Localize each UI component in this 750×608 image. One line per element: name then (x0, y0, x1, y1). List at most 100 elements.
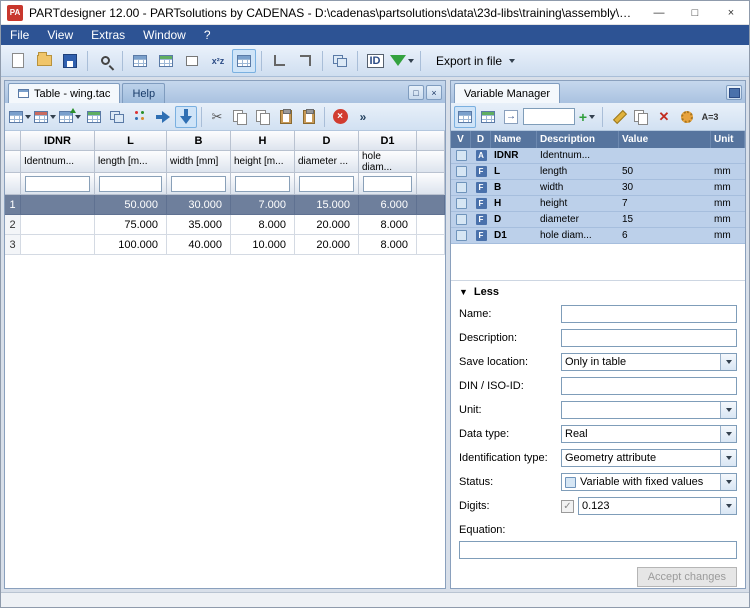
filter-input-b[interactable] (171, 175, 226, 192)
visibility-icon[interactable] (455, 230, 467, 241)
identification-type-select[interactable]: Geometry attribute (561, 449, 737, 467)
append-row-icon[interactable] (83, 106, 105, 128)
cell-h[interactable]: 8.000 (231, 215, 295, 235)
visibility-icon[interactable] (455, 198, 467, 209)
add-variable-button[interactable]: + (576, 106, 598, 128)
dropdown-button[interactable] (720, 474, 736, 490)
tab-help[interactable]: Help (122, 83, 166, 103)
zoom-icon[interactable] (93, 49, 117, 73)
duplicate-variable-icon[interactable] (630, 106, 652, 128)
table-view-icon[interactable] (232, 48, 256, 73)
visibility-icon[interactable] (455, 214, 467, 225)
value-range-icon[interactable] (129, 106, 151, 128)
apply-check-icon[interactable] (389, 49, 415, 73)
toolbar-overflow-chevron[interactable]: » (352, 106, 374, 128)
column-header-d1[interactable]: D1 (359, 131, 417, 151)
data-type-select[interactable]: Real (561, 425, 737, 443)
description-input[interactable] (561, 329, 737, 347)
filter-input-l[interactable] (99, 175, 162, 192)
cell-b[interactable]: 35.000 (167, 215, 231, 235)
column-header-d[interactable]: D (295, 131, 359, 151)
variable-row[interactable]: F D1 hole diam... 6 mm (451, 228, 745, 244)
variable-row[interactable]: F D diameter 15 mm (451, 212, 745, 228)
copy-table-icon[interactable] (252, 106, 274, 128)
variable-row[interactable]: A IDNR Identnum... (451, 148, 745, 164)
panel-close-button[interactable]: × (426, 85, 442, 100)
row-number[interactable]: 1 (5, 195, 21, 215)
unit-select[interactable] (561, 401, 737, 419)
col-header-d[interactable]: D (471, 131, 491, 148)
row-number[interactable]: 2 (5, 215, 21, 235)
filter-input-h[interactable] (235, 175, 290, 192)
column-header-h[interactable]: H (231, 131, 295, 151)
dropdown-button[interactable] (720, 426, 736, 442)
col-header-description[interactable]: Description (537, 131, 619, 148)
cell-l[interactable]: 100.000 (95, 235, 167, 255)
variables-list-view-icon[interactable] (477, 106, 499, 128)
cell-d[interactable]: 20.000 (295, 235, 359, 255)
variables-grid-view-icon[interactable] (454, 105, 476, 128)
column-header-b[interactable]: B (167, 131, 231, 151)
tab-variable-manager[interactable]: Variable Manager (454, 83, 561, 103)
auto-name-icon[interactable]: A=3 (699, 106, 721, 128)
menu-help[interactable]: ? (195, 25, 220, 45)
cell-d[interactable]: 20.000 (295, 215, 359, 235)
menu-view[interactable]: View (38, 25, 82, 45)
edit-table-icon[interactable] (33, 106, 57, 128)
save-location-select[interactable]: Only in table (561, 353, 737, 371)
table-row[interactable]: 2 75.000 35.000 8.000 20.000 8.000 (5, 215, 445, 235)
name-input[interactable] (561, 305, 737, 323)
transfer-right-icon[interactable] (152, 106, 174, 128)
variable-settings-icon[interactable] (676, 106, 698, 128)
menu-extras[interactable]: Extras (82, 25, 134, 45)
status-select[interactable]: Variable with fixed values (561, 473, 737, 491)
variable-filter-input[interactable] (523, 108, 575, 125)
cell-d[interactable]: 15.000 (295, 195, 359, 215)
merge-tables-icon[interactable] (106, 106, 128, 128)
transfer-down-icon[interactable] (175, 105, 197, 128)
goto-variable-icon[interactable]: → (500, 106, 522, 128)
panel-float-button[interactable]: □ (408, 85, 424, 100)
open-file-icon[interactable] (32, 49, 56, 73)
export-in-file-button[interactable]: Export in file (426, 50, 525, 72)
dropdown-button[interactable] (720, 354, 736, 370)
new-table-icon[interactable] (8, 106, 32, 128)
variable-row[interactable]: F L length 50 mm (451, 164, 745, 180)
column-header-idnr[interactable]: IDNR (21, 131, 95, 151)
cell-b[interactable]: 30.000 (167, 195, 231, 215)
cell-idnr[interactable] (21, 215, 95, 235)
table-row[interactable]: 3 100.000 40.000 10.000 20.000 8.000 (5, 235, 445, 255)
filter-input-d1[interactable] (363, 175, 412, 192)
digits-checkbox[interactable]: ✓ (561, 499, 574, 513)
save-icon[interactable] (58, 49, 82, 73)
id-editor-icon[interactable]: ID (363, 49, 387, 73)
link-tables-icon[interactable] (328, 49, 352, 73)
cell-h[interactable]: 10.000 (231, 235, 295, 255)
close-button[interactable]: × (713, 1, 749, 24)
paste-table-icon[interactable] (298, 106, 320, 128)
copy-icon[interactable] (229, 106, 251, 128)
visibility-icon[interactable] (455, 182, 467, 193)
cell-d1[interactable]: 6.000 (359, 195, 417, 215)
col-header-name[interactable]: Name (491, 131, 537, 148)
filter-input-idnr[interactable] (25, 175, 90, 192)
dropdown-button[interactable] (720, 450, 736, 466)
minimize-button[interactable]: — (641, 1, 677, 24)
col-header-unit[interactable]: Unit (711, 131, 745, 148)
column-header-l[interactable]: L (95, 131, 167, 151)
col-header-v[interactable]: V (451, 131, 471, 148)
cell-idnr[interactable] (21, 235, 95, 255)
edit-variable-icon[interactable] (607, 106, 629, 128)
tab-table-wing-tac[interactable]: Table - wing.tac (8, 83, 121, 103)
menu-window[interactable]: Window (134, 25, 195, 45)
filter-input-d[interactable] (299, 175, 354, 192)
dimension-alt-icon[interactable] (293, 49, 317, 73)
new-document-icon[interactable] (6, 49, 30, 73)
dimension-icon[interactable] (267, 49, 291, 73)
digits-select[interactable]: 0.123 (578, 497, 737, 515)
variable-row[interactable]: F B width 30 mm (451, 180, 745, 196)
din-iso-input[interactable] (561, 377, 737, 395)
less-toggle[interactable]: ▼ Less (451, 281, 745, 303)
dropdown-button[interactable] (720, 498, 736, 514)
preview-icon[interactable] (154, 49, 178, 73)
